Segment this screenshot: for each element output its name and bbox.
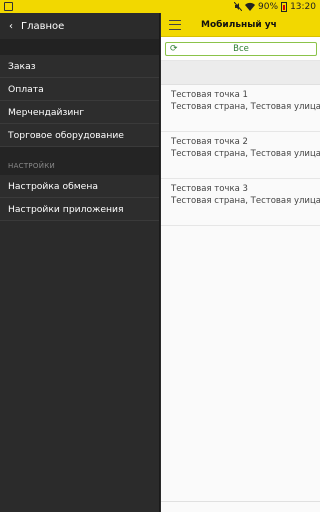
status-bar: 90% 13:20 (0, 0, 320, 13)
bottom-divider (161, 501, 320, 502)
filter-row: ⟳ Все (161, 37, 320, 61)
filter-label: Все (233, 43, 249, 54)
app-toolbar: Мобильный уч (161, 13, 320, 37)
filter-all-button[interactable]: ⟳ Все (165, 41, 317, 56)
drawer-back-label: Главное (21, 20, 65, 32)
menu-item-order[interactable]: Заказ (0, 55, 159, 78)
list-header-band (161, 61, 320, 85)
screenshot-icon (4, 2, 13, 11)
point-address: Тестовая страна, Тестовая улица, д (171, 102, 320, 112)
point-name: Тестовая точка 1 (171, 90, 248, 100)
mute-icon (234, 2, 243, 11)
navigation-drawer: ‹ Главное Заказ Оплата Мерчендайзинг Тор… (0, 13, 160, 512)
hamburger-menu-icon[interactable] (169, 19, 181, 30)
drawer-gap (0, 147, 159, 157)
menu-item-app-settings[interactable]: Настройки приложения (0, 198, 159, 221)
menu-item-label: Настройка обмена (8, 180, 98, 192)
list-item[interactable]: Тестовая точка 3 Тестовая страна, Тестов… (161, 179, 320, 226)
settings-menu: Настройка обмена Настройки приложения (0, 175, 159, 221)
battery-percent: 90% (258, 1, 279, 12)
battery-icon (281, 1, 288, 12)
points-list: Тестовая точка 1 Тестовая страна, Тестов… (161, 85, 320, 226)
chevron-left-icon: ‹ (9, 20, 13, 32)
list-item[interactable]: Тестовая точка 1 Тестовая страна, Тестов… (161, 85, 320, 132)
refresh-icon[interactable]: ⟳ (170, 44, 178, 54)
clock: 13:20 (290, 1, 316, 12)
menu-item-equipment[interactable]: Торговое оборудование (0, 124, 159, 147)
point-address: Тестовая страна, Тестовая улица, д (171, 149, 320, 159)
point-name: Тестовая точка 3 (171, 184, 248, 194)
menu-item-label: Настройки приложения (8, 203, 124, 215)
status-icons: 90% 13:20 (234, 1, 316, 12)
menu-item-label: Оплата (8, 83, 44, 95)
drawer-menu: Заказ Оплата Мерчендайзинг Торговое обор… (0, 55, 159, 147)
menu-item-label: Заказ (8, 60, 36, 72)
drawer-back-button[interactable]: ‹ Главное (0, 13, 159, 39)
point-name: Тестовая точка 2 (171, 137, 248, 147)
list-item[interactable]: Тестовая точка 2 Тестовая страна, Тестов… (161, 132, 320, 179)
menu-item-label: Торговое оборудование (8, 129, 124, 141)
menu-item-merchandising[interactable]: Мерчендайзинг (0, 101, 159, 124)
drawer-separator (0, 39, 159, 55)
menu-item-exchange-settings[interactable]: Настройка обмена (0, 175, 159, 198)
point-address: Тестовая страна, Тестовая улица, д (171, 196, 320, 206)
menu-item-payment[interactable]: Оплата (0, 78, 159, 101)
wifi-icon (245, 2, 256, 11)
menu-item-label: Мерчендайзинг (8, 106, 85, 118)
page-title: Мобильный уч (201, 19, 277, 30)
settings-section-title: НАСТРОЙКИ (0, 157, 159, 175)
main-content: Мобильный уч ⟳ Все Тестовая точка 1 Тест… (161, 13, 320, 512)
